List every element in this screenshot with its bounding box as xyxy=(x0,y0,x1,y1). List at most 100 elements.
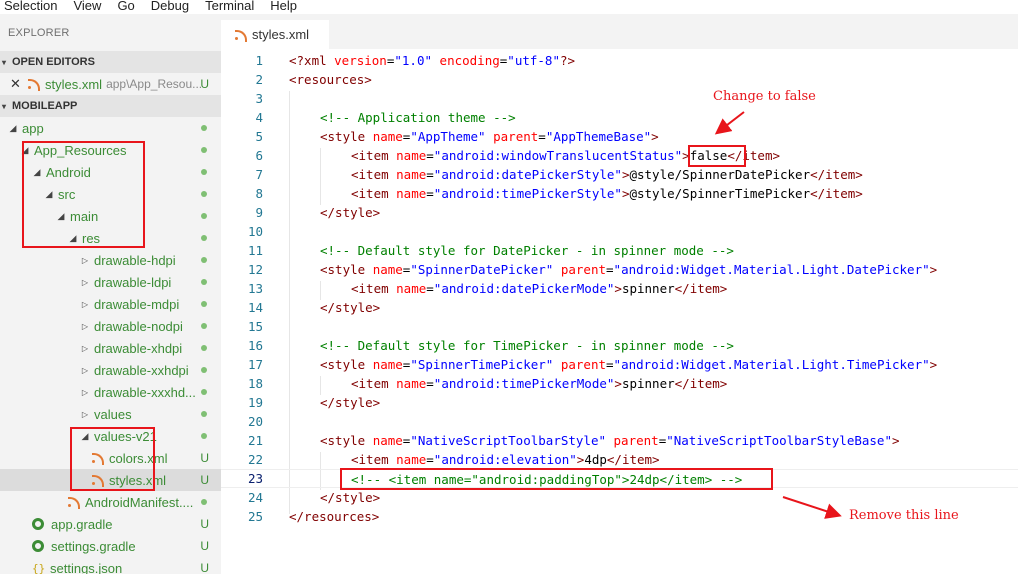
code-line[interactable]: 17 <style name = "SpinnerTimePicker" parent… xyxy=(221,355,1018,374)
code-text: </style> xyxy=(320,393,380,412)
code-text: </style> xyxy=(320,298,380,317)
line-number: 11 xyxy=(247,243,263,258)
code-text: <style name="NativeScriptToolbarStyle" p… xyxy=(320,431,900,450)
tree-item[interactable]: ▷ drawable-mdpi xyxy=(0,293,221,315)
code-text: <!-- Default style for DatePicker - in s… xyxy=(320,241,734,260)
code-line[interactable]: 15 xyxy=(221,317,1018,336)
tree-item[interactable]: AndroidManifest.... xyxy=(0,491,221,513)
tree-item[interactable]: app.gradle U xyxy=(0,513,221,535)
code-token: name xyxy=(372,262,403,277)
menu-item-terminal[interactable]: Terminal xyxy=(201,0,266,13)
open-editor-path: app\App_Resou... xyxy=(106,77,203,91)
code-token: <style xyxy=(320,357,373,372)
code-editor[interactable]: 1 <?xml version="1.0" encoding="utf-8"?> 2… xyxy=(221,49,1018,574)
open-editors-header[interactable]: ▾ OPEN EDITORS xyxy=(0,51,221,73)
tree-item[interactable]: ▷ drawable-hdpi xyxy=(0,249,221,271)
code-token: name xyxy=(396,148,427,163)
chevron-down-icon: ▾ xyxy=(1,57,6,67)
code-line[interactable]: 12 <style name = "SpinnerDatePicker" parent… xyxy=(221,260,1018,279)
code-token: </style> xyxy=(320,395,381,410)
git-status-dot xyxy=(201,433,207,439)
code-token: = xyxy=(426,281,434,296)
code-text: <style name="AppTheme" parent="AppThemeB… xyxy=(320,127,659,146)
tree-item[interactable]: settings.gradle U xyxy=(0,535,221,557)
line-number: 5 xyxy=(255,129,263,144)
line-number: 18 xyxy=(247,376,263,391)
code-line[interactable]: 22 <item name="android:elevation">4dp</it… xyxy=(221,450,1018,469)
code-token: name xyxy=(396,376,427,391)
tree-item[interactable]: {} settings.json U xyxy=(0,557,221,574)
line-number: 21 xyxy=(247,433,263,448)
menu-item-go[interactable]: Go xyxy=(113,0,146,13)
code-token: </item> xyxy=(606,452,660,467)
code-token: > xyxy=(892,433,900,448)
code-token: </item> xyxy=(810,186,863,201)
code-line[interactable]: 24 </style> xyxy=(221,488,1018,507)
code-line[interactable]: 1 <?xml version="1.0" encoding="utf-8"?> xyxy=(221,51,1018,70)
tab-styles-xml[interactable]: styles.xml xyxy=(221,20,329,49)
line-number: 24 xyxy=(247,490,263,505)
code-token: encoding xyxy=(439,53,500,68)
code-line[interactable]: 14 </style> xyxy=(221,298,1018,317)
tree-item[interactable]: ▷ drawable-xxxhd... xyxy=(0,381,221,403)
gradle-file-icon xyxy=(32,540,44,552)
code-line[interactable]: 9 </style> xyxy=(221,203,1018,222)
code-line[interactable]: 21 <style name="NativeScriptToolbarStyle"… xyxy=(221,431,1018,450)
menu-item-debug[interactable]: Debug xyxy=(147,0,201,13)
code-text: <!-- Application theme --> xyxy=(320,108,516,127)
code-token: <!-- Default style for TimePicker - in s… xyxy=(320,338,734,353)
code-line[interactable]: 4 <!-- Application theme --> xyxy=(221,108,1018,127)
code-token: parent xyxy=(493,129,539,144)
code-line[interactable]: 7 <item name="android:datePickerStyle">@s… xyxy=(221,165,1018,184)
code-line[interactable]: 8 <item name="android:timePickerStyle">@s… xyxy=(221,184,1018,203)
git-status-dot xyxy=(201,147,207,153)
code-line[interactable]: 18 <item name="android:timePickerMode">sp… xyxy=(221,374,1018,393)
open-editor-name: styles.xml xyxy=(45,76,103,92)
code-line[interactable]: 6 <item name="android:windowTranslucentSt… xyxy=(221,146,1018,165)
code-token: = xyxy=(426,167,434,182)
code-token: @style/SpinnerTimePicker xyxy=(629,186,811,201)
project-header[interactable]: ▾ MOBILEAPP xyxy=(0,95,221,117)
open-editors-label: OPEN EDITORS xyxy=(12,56,95,68)
code-line[interactable]: 2 <resources> xyxy=(221,70,1018,89)
code-line[interactable]: 19 </style> xyxy=(221,393,1018,412)
code-line[interactable]: 13 <item name="android:datePickerMode">sp… xyxy=(221,279,1018,298)
line-number: 17 xyxy=(247,357,263,372)
code-line[interactable]: 5 <style name="AppTheme" parent="AppTheme… xyxy=(221,127,1018,146)
tree-item[interactable]: ▷ values xyxy=(0,403,221,425)
tree-item[interactable]: ◢ app xyxy=(0,117,221,139)
code-line[interactable]: 16 <!-- Default style for TimePicker - in… xyxy=(221,336,1018,355)
tree-item[interactable]: ▷ drawable-nodpi xyxy=(0,315,221,337)
annotation-box-padding-line xyxy=(340,468,773,490)
code-token: name xyxy=(372,129,403,144)
open-editor-item[interactable]: ✕ styles.xml app\App_Resou... U xyxy=(0,73,221,95)
line-number: 6 xyxy=(255,148,263,163)
code-line[interactable]: 10 xyxy=(221,222,1018,241)
project-label: MOBILEAPP xyxy=(12,100,78,112)
code-token: "android:datePickerMode" xyxy=(433,281,615,296)
menu-item-help[interactable]: Help xyxy=(266,0,309,13)
tree-item[interactable]: ▷ drawable-ldpi xyxy=(0,271,221,293)
code-token: <item xyxy=(351,167,397,182)
menu-item-selection[interactable]: Selection xyxy=(0,0,69,13)
code-token: <style xyxy=(320,433,373,448)
git-status-dot xyxy=(201,279,207,285)
annotation-remove-label: Remove this line xyxy=(849,508,959,523)
code-token: <item xyxy=(351,186,397,201)
line-number: 23 xyxy=(247,471,263,486)
code-token: name xyxy=(396,186,427,201)
code-token: > xyxy=(929,262,938,277)
code-line[interactable]: 20 xyxy=(221,412,1018,431)
code-line[interactable]: 11 <!-- Default style for DatePicker - in… xyxy=(221,241,1018,260)
tree-item[interactable]: ▷ drawable-xxhdpi xyxy=(0,359,221,381)
code-line[interactable]: 3 xyxy=(221,89,1018,108)
line-number: 4 xyxy=(255,110,263,125)
close-icon[interactable]: ✕ xyxy=(10,76,21,92)
code-token: = xyxy=(426,186,434,201)
code-token: > xyxy=(614,281,622,296)
tree-item[interactable]: ▷ drawable-xhdpi xyxy=(0,337,221,359)
menu-item-view[interactable]: View xyxy=(69,0,113,13)
git-status-dot xyxy=(201,367,207,373)
git-status-badge: U xyxy=(200,451,209,465)
